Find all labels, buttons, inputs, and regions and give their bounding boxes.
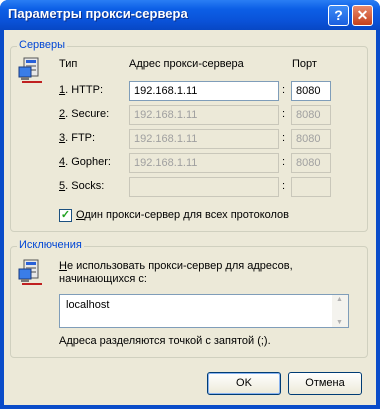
http-port-input[interactable]: 8080	[291, 81, 331, 101]
scroll-up-icon[interactable]: ▲	[336, 296, 343, 303]
secure-label: 2. Secure:	[59, 108, 110, 120]
help-button[interactable]: ?	[328, 5, 349, 26]
colon: :	[282, 108, 286, 120]
gopher-port-input[interactable]: 8080	[291, 153, 331, 173]
exceptions-textarea[interactable]: localhost ▲ ▼	[59, 294, 349, 328]
same-proxy-checkbox[interactable]: ✓	[59, 209, 72, 222]
exceptions-group: Исключения Не использовать прокси-сервер…	[10, 239, 368, 358]
secure-address-input[interactable]: 192.168.1.11	[129, 105, 279, 125]
ftp-port-input[interactable]: 8080	[291, 129, 331, 149]
colon: :	[282, 84, 286, 96]
title-bar[interactable]: Параметры прокси-сервера ? ✕	[0, 0, 380, 30]
computer-network-icon	[18, 57, 42, 83]
address-header: Адрес прокси-сервера	[129, 58, 244, 70]
same-proxy-label[interactable]: Один прокси-сервер для всех протоколов	[76, 209, 289, 221]
exceptions-desc-line2: начинающихся с:	[59, 273, 147, 285]
cancel-button[interactable]: Отмена	[288, 372, 362, 395]
colon: :	[282, 180, 286, 192]
computer-document-icon	[18, 259, 42, 285]
servers-group-label: Серверы	[17, 39, 68, 51]
exceptions-hint: Адреса разделяются точкой с запятой (;).	[59, 335, 271, 347]
exceptions-scrollbar[interactable]: ▲ ▼	[332, 295, 348, 327]
colon: :	[282, 132, 286, 144]
ftp-label: 3. FTP:	[59, 132, 96, 144]
close-button[interactable]: ✕	[352, 5, 373, 26]
scroll-down-icon[interactable]: ▼	[336, 319, 343, 326]
socks-port-input[interactable]	[291, 177, 331, 197]
exceptions-desc-line1: Не использовать прокси-сервер для адресо…	[59, 260, 293, 272]
socks-address-input[interactable]	[129, 177, 279, 197]
servers-group: Серверы Тип Адрес прокси-сервера Порт 1.…	[10, 39, 368, 232]
port-header: Порт	[292, 58, 317, 70]
ftp-address-input[interactable]: 192.168.1.11	[129, 129, 279, 149]
dialog-window: Параметры прокси-сервера ? ✕ Серверы Тип…	[0, 0, 380, 409]
window-title: Параметры прокси-сервера	[8, 6, 188, 21]
http-label: 1. HTTP:	[59, 84, 104, 96]
gopher-label: 4. Gopher:	[59, 156, 111, 168]
secure-port-input[interactable]: 8080	[291, 105, 331, 125]
help-icon: ?	[334, 7, 343, 23]
type-header: Тип	[59, 58, 78, 70]
close-icon: ✕	[356, 7, 369, 23]
dialog-body: Серверы Тип Адрес прокси-сервера Порт 1.…	[4, 30, 376, 405]
ok-button[interactable]: OK	[207, 372, 281, 395]
exceptions-value: localhost	[66, 299, 110, 311]
checkmark-icon: ✓	[60, 209, 71, 221]
colon: :	[282, 156, 286, 168]
exceptions-group-label: Исключения	[17, 239, 84, 251]
socks-label: 5. Socks:	[59, 180, 105, 192]
http-address-input[interactable]: 192.168.1.11	[129, 81, 279, 101]
gopher-address-input[interactable]: 192.168.1.11	[129, 153, 279, 173]
